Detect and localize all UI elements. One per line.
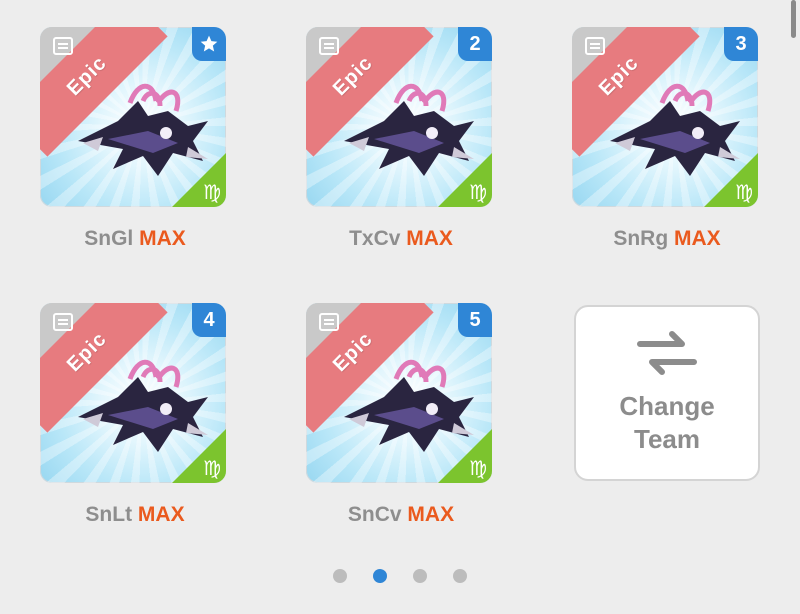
page-dot-active[interactable] — [373, 569, 387, 583]
monster-card[interactable]: Epic 2 ♍ TxCv MAX — [306, 27, 496, 251]
monster-name: SnGl MAX — [84, 227, 186, 250]
monster-name: TxCv MAX — [349, 227, 453, 250]
change-team-label: Change Team — [619, 391, 715, 454]
clipboard-icon — [585, 37, 605, 55]
monster-portrait[interactable]: Epic ♍ — [40, 27, 226, 207]
monster-portrait[interactable]: Epic 3 ♍ — [572, 27, 758, 207]
virgo-icon: ♍ — [203, 180, 221, 204]
monster-card[interactable]: Epic ♍ SnGl MAX — [40, 27, 230, 251]
slot-badge: 5 — [458, 303, 492, 337]
page-dot[interactable] — [333, 569, 347, 583]
slot-badge: 4 — [192, 303, 226, 337]
virgo-icon: ♍ — [735, 180, 753, 204]
page-dot[interactable] — [453, 569, 467, 583]
slot-badge — [192, 27, 226, 61]
clipboard-icon — [53, 37, 73, 55]
virgo-icon: ♍ — [469, 180, 487, 204]
monster-name: SnLt MAX — [85, 503, 185, 526]
monster-name: SnRg MAX — [613, 227, 721, 250]
monster-card[interactable]: Epic 4 ♍ SnLt MAX — [40, 303, 230, 527]
virgo-icon: ♍ — [203, 456, 221, 480]
slot-badge: 2 — [458, 27, 492, 61]
page-indicator — [0, 569, 800, 583]
slot-badge: 3 — [724, 27, 758, 61]
clipboard-icon — [53, 313, 73, 331]
swap-arrows-icon — [637, 331, 697, 375]
monster-portrait[interactable]: Epic 5 ♍ — [306, 303, 492, 483]
star-icon — [200, 35, 218, 52]
monster-portrait[interactable]: Epic 2 ♍ — [306, 27, 492, 207]
change-team-button[interactable]: Change Team — [574, 305, 760, 481]
virgo-icon: ♍ — [469, 456, 487, 480]
monster-name: SnCv MAX — [347, 503, 455, 526]
clipboard-icon — [319, 313, 339, 331]
scrollbar[interactable] — [791, 0, 796, 38]
monster-portrait[interactable]: Epic 4 ♍ — [40, 303, 226, 483]
monster-card[interactable]: Epic 3 ♍ SnRg MAX — [572, 27, 762, 251]
monster-card[interactable]: Epic 5 ♍ SnCv MAX — [306, 303, 496, 527]
clipboard-icon — [319, 37, 339, 55]
page-dot[interactable] — [413, 569, 427, 583]
